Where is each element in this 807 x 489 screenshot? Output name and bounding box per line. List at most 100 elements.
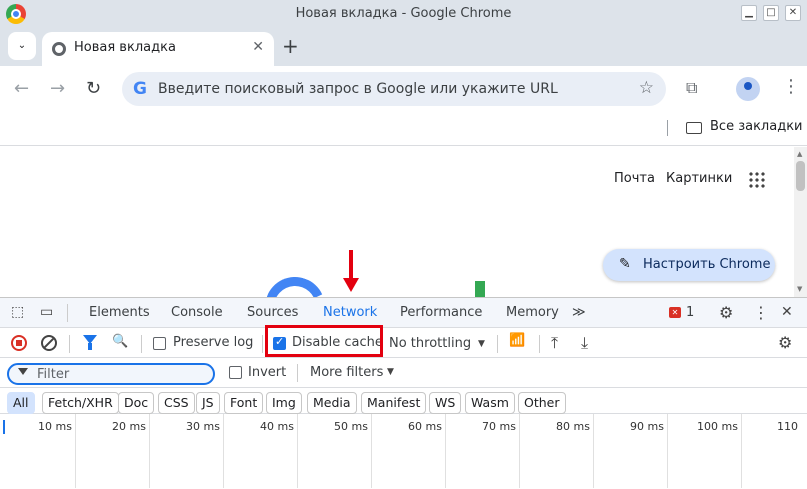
more-tabs-icon[interactable]: ≫ <box>572 305 586 320</box>
bookmark-star-icon[interactable]: ☆ <box>639 78 654 98</box>
tab-elements[interactable]: Elements <box>89 305 150 320</box>
clear-icon[interactable] <box>41 335 57 351</box>
chip-font[interactable]: Font <box>224 392 264 414</box>
timeline-gridline <box>667 414 668 488</box>
chrome-favicon-icon <box>52 42 66 56</box>
devtools-close-icon[interactable]: ✕ <box>781 304 793 320</box>
timeline-label: 60 ms <box>408 420 442 433</box>
chip-media[interactable]: Media <box>307 392 357 414</box>
stop-recording-icon[interactable] <box>11 335 27 351</box>
customize-chrome-button[interactable]: ✎ Настроить Chrome <box>603 249 775 281</box>
chevron-down-icon: ⌄ <box>17 40 27 51</box>
tab-label: Новая вкладка <box>74 40 176 55</box>
close-window-button[interactable]: ✕ <box>785 5 801 21</box>
filter-input[interactable]: Filter <box>7 363 215 385</box>
network-conditions-icon[interactable]: 📶 <box>509 333 525 348</box>
maximize-button[interactable]: □ <box>763 5 779 21</box>
timeline-label: 100 ms <box>697 420 738 433</box>
omnibox-placeholder[interactable]: Введите поисковый запрос в Google или ук… <box>158 81 558 97</box>
timeline-label: 110 <box>777 420 798 433</box>
error-icon[interactable]: ✕ <box>669 307 681 318</box>
google-logo-fragment <box>256 268 334 297</box>
throttling-caret-icon[interactable]: ▼ <box>478 339 485 349</box>
chip-fetch-xhr[interactable]: Fetch/XHR <box>42 392 119 414</box>
tab-performance[interactable]: Performance <box>400 305 482 320</box>
preserve-log-label: Preserve log <box>173 335 254 350</box>
more-filters-button[interactable]: More filters <box>310 365 383 380</box>
timeline-label: 70 ms <box>482 420 516 433</box>
tab-new-tab[interactable]: Новая вкладка ✕ <box>42 32 274 66</box>
export-har-icon[interactable]: ⤓ <box>581 333 588 353</box>
customize-chrome-label: Настроить Chrome <box>643 257 771 272</box>
toolbar-separator <box>497 335 498 353</box>
preserve-log-checkbox[interactable] <box>153 337 166 350</box>
bookmarks-separator <box>667 120 668 136</box>
bookmarks-bar: Все закладки <box>0 112 807 146</box>
forward-icon[interactable]: → <box>50 78 65 99</box>
more-filters-caret-icon[interactable]: ▼ <box>387 367 394 377</box>
tab-close-icon[interactable]: ✕ <box>252 39 264 55</box>
timeline-label: 10 ms <box>38 420 72 433</box>
device-toolbar-icon[interactable]: ▭ <box>40 304 53 320</box>
network-settings-icon[interactable]: ⚙ <box>778 333 792 352</box>
timeline-gridline <box>445 414 446 488</box>
chip-other[interactable]: Other <box>518 392 566 414</box>
window-title: Новая вкладка - Google Chrome <box>295 6 512 21</box>
toolbar-separator <box>141 335 142 353</box>
chip-all[interactable]: All <box>7 392 35 414</box>
chip-doc[interactable]: Doc <box>118 392 155 414</box>
timeline-label: 20 ms <box>112 420 146 433</box>
title-bar: Новая вкладка - Google Chrome ▁ □ ✕ <box>0 0 807 28</box>
folder-icon[interactable] <box>686 122 702 134</box>
chip-img[interactable]: Img <box>266 392 302 414</box>
filter-icon[interactable] <box>83 335 97 350</box>
scroll-down-icon[interactable]: ▼ <box>797 285 802 293</box>
pen-icon: ✎ <box>619 256 631 272</box>
tab-search-button[interactable]: ⌄ <box>8 32 36 60</box>
scrollbar-thumb[interactable] <box>796 161 805 191</box>
filter-funnel-icon <box>18 368 28 375</box>
gmail-link[interactable]: Почта <box>614 171 655 186</box>
page-scrollbar[interactable]: ▲ ▼ <box>794 147 807 297</box>
scroll-up-icon[interactable]: ▲ <box>797 150 802 158</box>
chrome-menu-icon[interactable]: ⋮ <box>782 76 800 97</box>
images-link[interactable]: Картинки <box>666 171 732 186</box>
profile-avatar-icon[interactable] <box>736 77 760 101</box>
search-icon[interactable]: 🔍 <box>112 334 128 349</box>
chip-manifest[interactable]: Manifest <box>361 392 427 414</box>
import-har-icon[interactable]: ⤒ <box>551 333 558 353</box>
timeline-label: 80 ms <box>556 420 590 433</box>
timeline-label: 40 ms <box>260 420 294 433</box>
timeline-label: 50 ms <box>334 420 368 433</box>
timeline-range-handle[interactable] <box>3 420 5 434</box>
network-toolbar: 🔍 Preserve log Disable cache No throttli… <box>0 328 807 358</box>
all-bookmarks-button[interactable]: Все закладки <box>710 119 803 134</box>
google-g-icon: G <box>133 79 147 99</box>
new-tab-button[interactable]: + <box>282 34 299 58</box>
annotation-arrow <box>349 250 353 280</box>
chip-ws[interactable]: WS <box>429 392 462 414</box>
tab-console[interactable]: Console <box>171 305 223 320</box>
tab-memory[interactable]: Memory <box>506 305 559 320</box>
filter-placeholder[interactable]: Filter <box>37 367 69 382</box>
error-count[interactable]: 1 <box>686 305 694 320</box>
chip-css[interactable]: CSS <box>158 392 195 414</box>
minimize-button[interactable]: ▁ <box>741 5 757 21</box>
extensions-icon[interactable]: ⧉ <box>686 78 697 98</box>
tab-network[interactable]: Network <box>323 305 377 320</box>
throttling-select[interactable]: No throttling <box>389 336 471 351</box>
back-icon[interactable]: ← <box>14 78 29 99</box>
tab-sources[interactable]: Sources <box>247 305 298 320</box>
chip-js[interactable]: JS <box>196 392 220 414</box>
google-apps-icon[interactable] <box>748 171 766 189</box>
inspect-element-icon[interactable]: ⬚ <box>11 304 24 320</box>
reload-icon[interactable]: ↻ <box>86 78 101 99</box>
devtools-settings-icon[interactable]: ⚙ <box>719 303 733 322</box>
google-logo-fragment-l <box>475 281 485 297</box>
network-overview-timeline[interactable]: 10 ms 20 ms 30 ms 40 ms 50 ms 60 ms 70 m… <box>0 414 807 488</box>
omnibox[interactable]: G Введите поисковый запрос в Google или … <box>122 72 666 106</box>
timeline-gridline <box>593 414 594 488</box>
chip-wasm[interactable]: Wasm <box>465 392 515 414</box>
invert-checkbox[interactable] <box>229 366 242 379</box>
devtools-menu-icon[interactable]: ⋮ <box>753 303 769 322</box>
